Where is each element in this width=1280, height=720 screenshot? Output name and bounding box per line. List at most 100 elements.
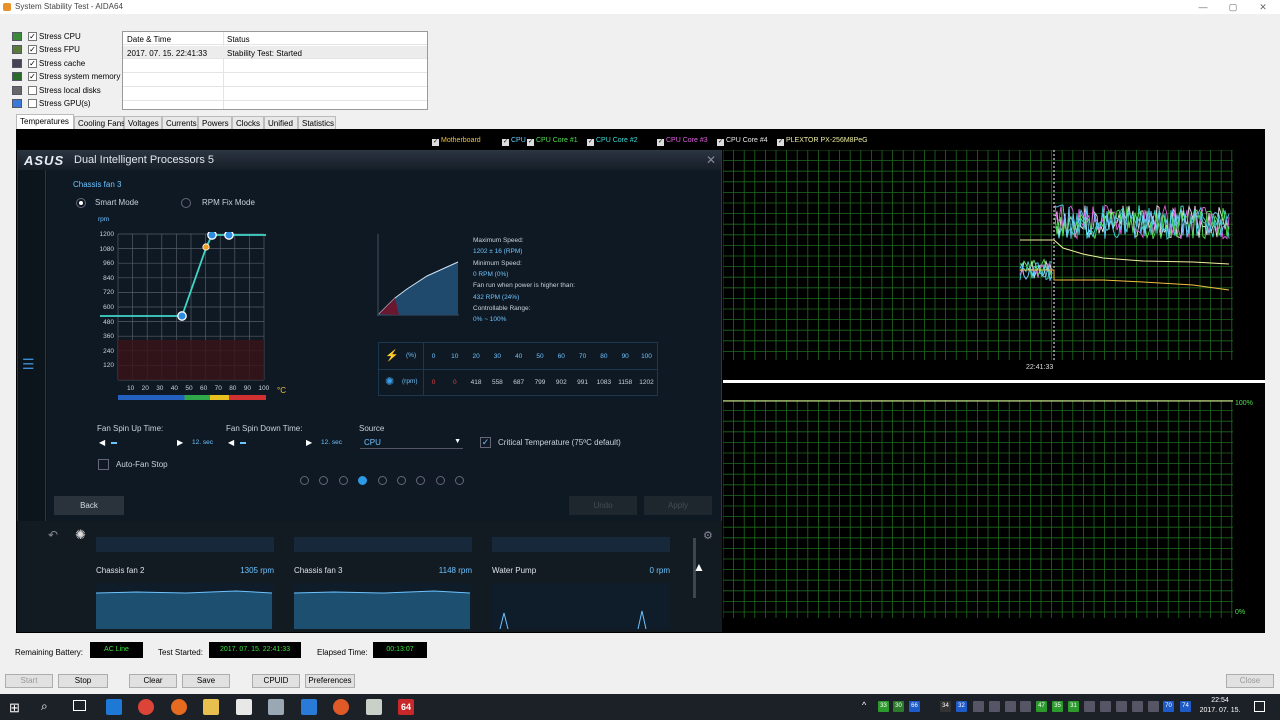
gear-icon[interactable]: ⚙	[703, 529, 713, 542]
stop-button[interactable]: Stop	[58, 674, 108, 688]
tray-icon[interactable]	[1100, 701, 1111, 712]
tray-temp-icon[interactable]: 33	[878, 701, 889, 712]
tray-temp-icon[interactable]: 47	[1036, 701, 1047, 712]
tray-icon[interactable]	[1005, 701, 1016, 712]
fan-card[interactable]: Water Pump 0 rpm	[492, 523, 670, 629]
tab-powers[interactable]: Powers	[198, 116, 232, 129]
minimize-button[interactable]: —	[1188, 0, 1218, 14]
legend-item[interactable]: ✓ CPU Core #3	[657, 137, 708, 146]
left-arrow-icon[interactable]: ◀	[228, 438, 234, 447]
stress-checkbox[interactable]	[28, 99, 37, 108]
tab-statistics[interactable]: Statistics	[298, 116, 336, 129]
tray-temp-icon[interactable]: 30	[893, 701, 904, 712]
legend-checkbox[interactable]: ✓	[502, 139, 509, 146]
clock-time[interactable]: 22:54	[1200, 697, 1240, 704]
tray-icon[interactable]	[1116, 701, 1127, 712]
fan-card[interactable]: Chassis fan 2 1305 rpm	[96, 523, 274, 629]
legend-item[interactable]: ✓ PLEXTOR PX-256M8PeG	[777, 137, 868, 146]
preferences-button[interactable]: Preferences	[305, 674, 355, 688]
stress-checkbox[interactable]	[28, 85, 37, 95]
stress-checkbox[interactable]: ✓	[28, 58, 37, 68]
legend-checkbox[interactable]: ✓	[587, 139, 594, 146]
stress-option[interactable]: Stress local disks	[12, 85, 122, 98]
tray-icon[interactable]	[1148, 701, 1159, 712]
stress-checkbox[interactable]: ✓	[28, 45, 37, 55]
tray-temp-icon[interactable]: 34	[940, 701, 951, 712]
tray-icon[interactable]	[1020, 701, 1031, 712]
tray-icon[interactable]	[973, 701, 984, 712]
curve-point-handle[interactable]	[207, 232, 217, 240]
right-arrow-icon[interactable]: ▶	[306, 438, 312, 447]
tab-cooling-fans[interactable]: Cooling Fans	[74, 116, 125, 129]
edge-icon[interactable]	[106, 699, 122, 715]
page-dot[interactable]	[377, 476, 387, 485]
stress-option[interactable]: ✓ Stress system memory	[12, 71, 122, 84]
smart-mode-radio[interactable]	[76, 198, 86, 208]
clear-button[interactable]: Clear	[129, 674, 177, 688]
tray-icon[interactable]	[1132, 701, 1143, 712]
save-button[interactable]: Save	[182, 674, 230, 688]
fan-curve-chart[interactable]	[100, 232, 267, 400]
mail-icon[interactable]	[236, 699, 252, 715]
legend-checkbox[interactable]: ✓	[657, 139, 664, 146]
app-icon[interactable]	[301, 699, 317, 715]
notification-icon[interactable]	[1254, 701, 1265, 712]
tray-icon[interactable]	[989, 701, 1000, 712]
apply-button[interactable]: Apply	[644, 496, 712, 515]
tray-temp-icon[interactable]: 70	[1163, 701, 1174, 712]
windows-start-icon[interactable]: ⊞	[9, 700, 20, 716]
page-dot[interactable]	[338, 476, 348, 485]
task-view-icon[interactable]	[73, 700, 86, 711]
legend-checkbox[interactable]: ✓	[777, 139, 784, 146]
right-arrow-icon[interactable]: ▶	[177, 438, 183, 447]
slider-thumb[interactable]	[240, 442, 246, 444]
legend-item[interactable]: ✓ CPU Core #4	[717, 137, 768, 146]
app-icon[interactable]	[366, 699, 382, 715]
undo-button[interactable]: Undo	[569, 496, 637, 515]
page-dot[interactable]	[435, 476, 445, 485]
source-select[interactable]: CPU ▼	[360, 436, 463, 449]
start-button[interactable]: Start	[5, 674, 53, 688]
cpuid-button[interactable]: CPUID	[252, 674, 300, 688]
legend-item[interactable]: ✓ CPU Core #2	[587, 137, 638, 146]
stress-option[interactable]: ✓ Stress CPU	[12, 31, 122, 44]
tray-temp-icon[interactable]: 74	[1180, 701, 1191, 712]
aida64-icon[interactable]: 64	[398, 699, 414, 715]
app-icon[interactable]	[333, 699, 349, 715]
legend-item[interactable]: ✓ CPU Core #1	[527, 137, 578, 146]
spin-down-slider[interactable]: ◀ ▶	[228, 438, 314, 448]
firefox-icon[interactable]	[171, 699, 187, 715]
legend-item[interactable]: ✓ CPU	[502, 137, 526, 146]
search-icon[interactable]: ⌕	[41, 699, 48, 714]
table-row[interactable]: 2017. 07. 15. 22:41:33 Stability Test: S…	[123, 46, 427, 59]
fan-card[interactable]: Chassis fan 3 1148 rpm	[294, 523, 472, 629]
tray-icon[interactable]	[1084, 701, 1095, 712]
tab-unified[interactable]: Unified	[264, 116, 298, 129]
asus-header[interactable]: ASUS Dual Intelligent Processors 5 ✕	[18, 151, 721, 170]
tab-clocks[interactable]: Clocks	[232, 116, 264, 129]
tray-temp-icon[interactable]: 31	[1068, 701, 1079, 712]
tray-temp-icon[interactable]: 35	[1052, 701, 1063, 712]
critical-temp-checkbox[interactable]: ✓	[480, 437, 491, 448]
stress-checkbox[interactable]: ✓	[28, 72, 37, 82]
stress-option[interactable]: ✓ Stress cache	[12, 58, 122, 71]
maximize-button[interactable]: ▢	[1218, 0, 1248, 14]
close-window-button[interactable]: ✕	[1248, 0, 1278, 14]
legend-checkbox[interactable]: ✓	[432, 139, 439, 146]
curve-point-handle[interactable]	[224, 232, 234, 240]
tray-temp-icon[interactable]: 66	[909, 701, 920, 712]
undo-icon[interactable]: ↶	[48, 528, 58, 542]
curve-point-handle[interactable]	[177, 311, 187, 321]
tab-temperatures[interactable]: Temperatures	[16, 114, 74, 129]
slider-thumb[interactable]	[111, 442, 117, 444]
page-dot[interactable]	[397, 476, 406, 485]
tray-temp-icon[interactable]: 32	[956, 701, 967, 712]
tray-chevron-icon[interactable]: ^	[862, 700, 866, 710]
legend-checkbox[interactable]: ✓	[717, 139, 724, 146]
stress-option[interactable]: Stress GPU(s)	[12, 98, 122, 111]
spin-up-slider[interactable]: ◀ ▶	[99, 438, 185, 448]
tab-currents[interactable]: Currents	[162, 116, 198, 129]
rpm-fix-mode-radio[interactable]	[181, 198, 191, 208]
left-arrow-icon[interactable]: ◀	[99, 438, 105, 447]
page-dot[interactable]	[300, 476, 309, 485]
